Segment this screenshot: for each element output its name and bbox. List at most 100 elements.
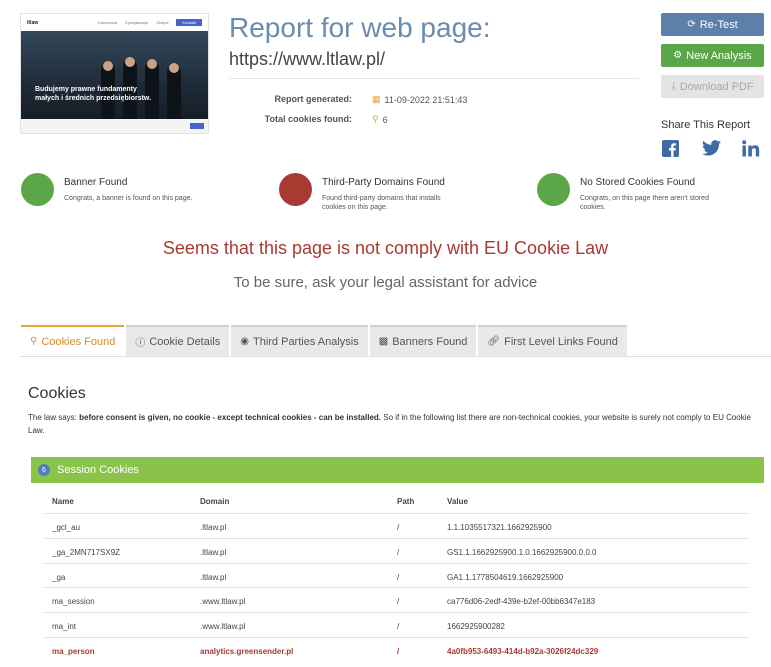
session-cookies-header[interactable]: 6 Session Cookies (31, 457, 764, 483)
download-pdf-button[interactable]: ⤓ Download PDF (661, 75, 764, 98)
law-bold: before consent is given, no cookie - exc… (79, 413, 382, 422)
tab-third-parties-analysis[interactable]: ◉ Third Parties Analysis (231, 325, 368, 356)
row-divider (44, 513, 749, 514)
share-label: Share This Report (661, 119, 751, 131)
column-header-domain: Domain (200, 497, 230, 506)
report-generated-label: Report generated: (274, 94, 352, 104)
thumbnail-logo: ltlaw (27, 19, 39, 26)
row-divider (44, 612, 749, 614)
thumbnail-hero-line: małych i średnich przedsiębiorstw. (35, 95, 152, 102)
report-url: https://www.ltlaw.pl/ (229, 49, 386, 69)
cookie-path-cell: / (397, 597, 400, 607)
cookie-name-cell: ma_int (52, 622, 77, 632)
cookie-name-cell: _ga_2MN717SX9Z (52, 547, 121, 557)
gears-icon: ⚙ (673, 50, 683, 61)
session-count-badge: 6 (38, 464, 50, 476)
thumbnail-nav-item: Zespół (156, 20, 169, 25)
thumbnail-nav-button: Kontakt (176, 19, 202, 26)
linkedin-icon[interactable] (742, 140, 760, 162)
calendar-icon: ▦ (372, 94, 381, 104)
twitter-icon[interactable] (702, 140, 721, 161)
tab-banners-found[interactable]: ▩ Banners Found (369, 325, 477, 356)
tab-label: Banners Found (392, 335, 468, 348)
cookie-domain-cell: .www.ltlaw.pl (200, 622, 246, 632)
new-analysis-button[interactable]: ⚙ New Analysis (661, 44, 764, 67)
tab-label: First Level Links Found (504, 335, 618, 348)
thumbnail-footer (21, 119, 208, 133)
stored-cookies-status-indicator (537, 173, 570, 206)
report-tabs: ⚲ Cookies Found ⓘ Cookie Details ◉ Third… (21, 325, 629, 356)
cookie-value-cell: 1662925900282 (447, 622, 505, 632)
thumbnail-hero-text: Budujemy prawne fundamenty małych i śred… (35, 85, 151, 103)
third-party-status-desc: Found third-party domains that installs … (322, 195, 441, 211)
cookie-value-cell: GS1.1.1662925900.1.0.1662925900.0.0.0 (447, 547, 597, 557)
retest-button[interactable]: ⟳ Re-Test (661, 13, 764, 36)
column-header-value: Value (447, 497, 468, 506)
row-divider (44, 562, 749, 564)
stored-cookies-status-desc: Congrats, on this page there aren't stor… (580, 195, 709, 211)
cookie-domain-cell: .www.ltlaw.pl (200, 597, 246, 607)
cookie-name-cell: _ga (52, 572, 66, 582)
banner-status-title: Banner Found (64, 177, 128, 188)
facebook-icon[interactable] (662, 140, 679, 162)
row-divider (44, 537, 749, 539)
page-title: Report for web page: (229, 12, 491, 43)
tab-label: Cookies Found (41, 335, 116, 348)
cookie-domain-cell: .ltlaw.pl (200, 523, 227, 532)
download-icon: ⤓ (671, 81, 676, 92)
cookie-path-cell: / (397, 647, 400, 656)
link-icon: 🔗︎ (487, 336, 501, 347)
total-cookies-text: 6 (382, 114, 388, 125)
cookie-value-cell: 1.1.1035517321.1662925900 (447, 523, 552, 532)
cookie-value-cell: 4a0fb953-6493-414d-b92a-3026f24dc329 (447, 647, 599, 656)
stored-cookies-status-title: No Stored Cookies Found (580, 177, 696, 188)
law-prefix: The law says: (28, 413, 80, 422)
download-pdf-label: Download PDF (679, 80, 754, 93)
globe-icon: ◉ (240, 336, 249, 347)
total-cookies-label: Total cookies found: (264, 114, 352, 124)
info-icon: ⓘ (135, 338, 146, 349)
cookie-domain-cell: .ltlaw.pl (200, 547, 227, 557)
cookie-name-cell: ma_session (52, 597, 95, 607)
cookie-path-cell: / (397, 523, 400, 532)
thumbnail-hero-line: Budujemy prawne fundamenty (35, 86, 137, 93)
new-analysis-label: New Analysis (686, 49, 752, 62)
cookie-path-cell: / (397, 622, 400, 632)
banner-status-desc: Congrats, a banner is found on this page… (64, 195, 193, 202)
search-icon: ⚲ (30, 336, 38, 347)
thumbnail-cta (190, 123, 204, 129)
tab-label: Third Parties Analysis (252, 335, 359, 348)
report-generated-text: 11-09-2022 21:51:43 (384, 94, 468, 105)
third-party-status-indicator (279, 173, 312, 206)
tabs-divider (21, 356, 771, 357)
third-party-status-title: Third-Party Domains Found (322, 177, 445, 188)
thumbnail-nav: ltlaw Kancelaria Specjalizacje Zespół Ko… (21, 14, 208, 31)
column-header-name: Name (52, 497, 74, 506)
cookie-value-cell: GA1.1.1778504619.1662925900 (447, 572, 564, 582)
cookie-value-cell: ca776d06-2edf-439e-b2ef-00bb6347e183 (447, 597, 596, 607)
thumbnail-nav-item: Kancelaria (98, 20, 118, 25)
compliance-warning: Seems that this page is not comply with … (162, 238, 609, 258)
tab-cookie-details[interactable]: ⓘ Cookie Details (126, 325, 230, 356)
session-cookies-label: Session Cookies (57, 464, 139, 476)
cookie-domain-cell: analytics.greensender.pl (200, 647, 294, 656)
cookie-path-cell: / (397, 572, 400, 582)
title-divider (229, 78, 639, 79)
search-icon: ⚲ (372, 114, 379, 124)
cookie-name-cell: ma_person (52, 647, 95, 656)
total-cookies-value: ⚲ 6 (372, 114, 388, 125)
banner-status-indicator (21, 173, 54, 206)
law-notice: The law says: before consent is given, n… (28, 411, 768, 437)
cookie-domain-cell: .ltlaw.pl (200, 572, 227, 582)
refresh-icon: ⟳ (687, 19, 696, 30)
tab-cookies-found[interactable]: ⚲ Cookies Found (21, 325, 125, 356)
column-header-path: Path (397, 497, 415, 506)
cookies-heading: Cookies (28, 385, 86, 402)
tab-first-level-links-found[interactable]: 🔗︎ First Level Links Found (478, 325, 627, 356)
thumbnail-nav-item: Specjalizacje (125, 20, 149, 25)
report-generated-value: ▦ 11-09-2022 21:51:43 (372, 94, 467, 105)
legal-advice: To be sure, ask your legal assistant for… (233, 274, 538, 291)
cookie-name-cell: _gcl_au (52, 523, 81, 532)
banner-icon: ▩ (378, 336, 389, 347)
retest-label: Re-Test (699, 18, 738, 31)
